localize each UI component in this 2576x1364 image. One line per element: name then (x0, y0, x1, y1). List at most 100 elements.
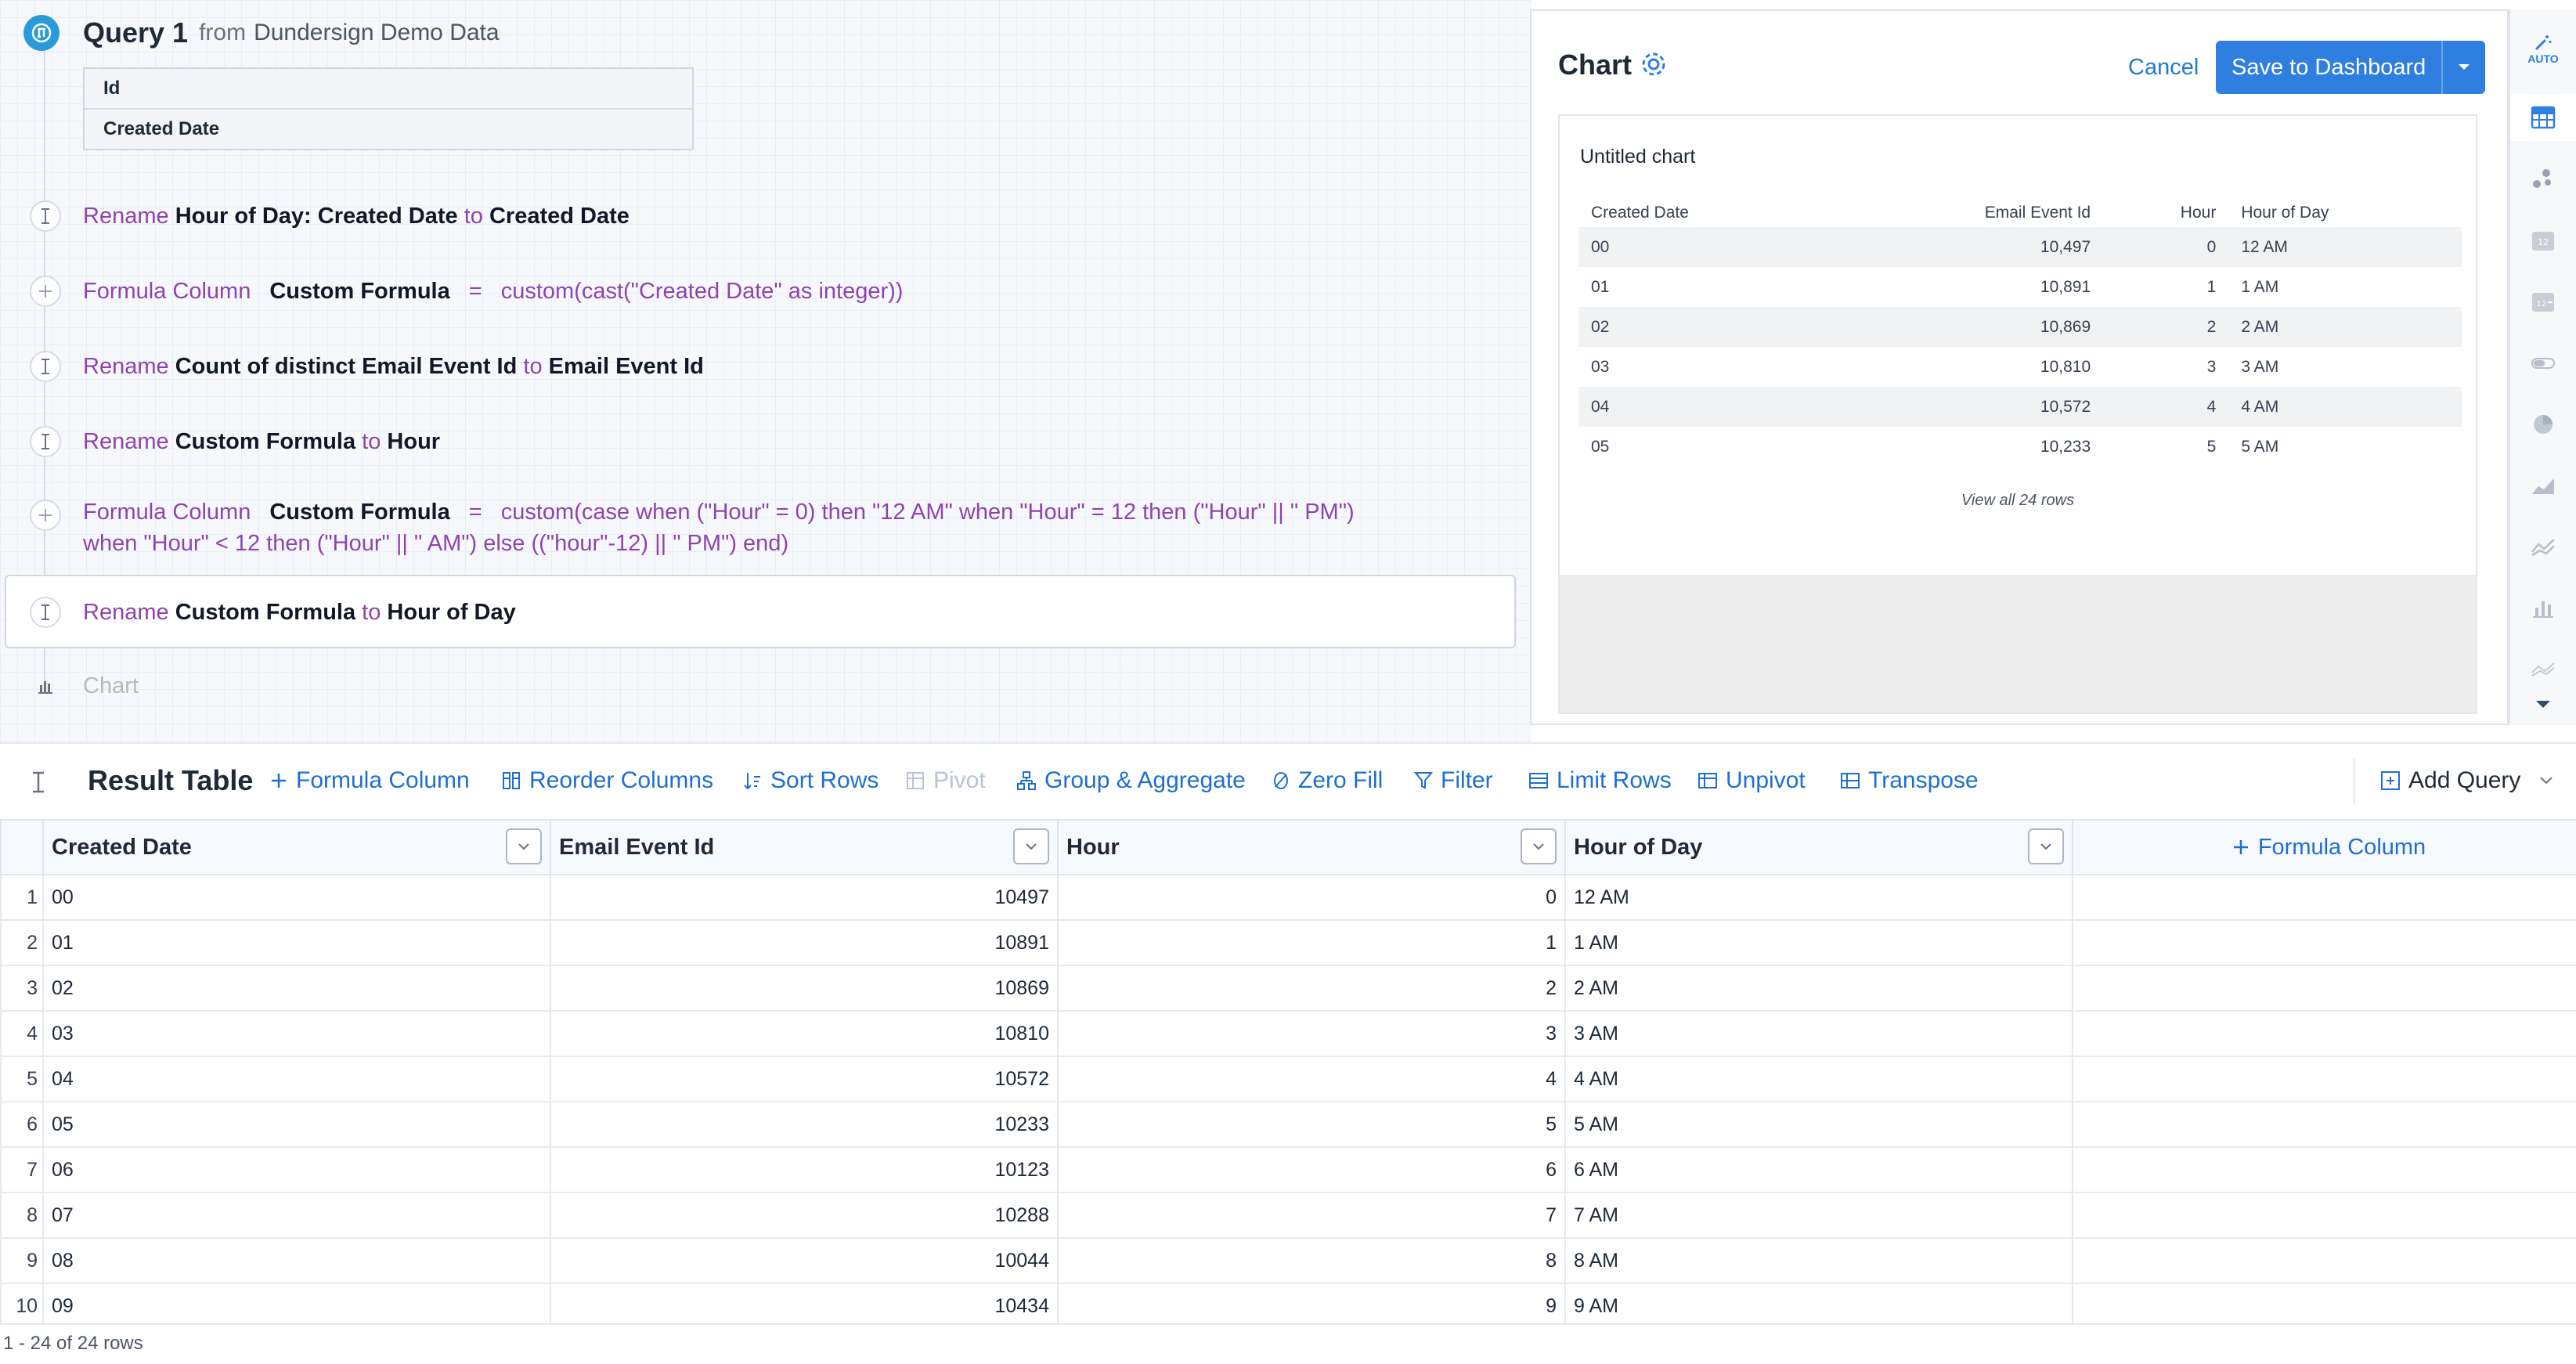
area-chart-icon[interactable] (2510, 462, 2576, 509)
table-cell[interactable]: 3 (1057, 1010, 1566, 1057)
table-chart-type-icon[interactable] (2510, 94, 2576, 141)
table-cell[interactable]: 6 AM (1564, 1146, 2073, 1193)
table-cell[interactable]: 7 AM (1564, 1192, 2073, 1239)
table-cell[interactable]: 00 (42, 874, 551, 921)
unpivot-button[interactable]: Unpivot (1697, 767, 1806, 794)
add-query-button[interactable]: Add Query (2380, 767, 2561, 794)
table-cell[interactable]: 5 AM (1564, 1101, 2073, 1148)
table-cell[interactable]: 10434 (550, 1283, 1059, 1323)
table-cell[interactable]: 9 AM (1564, 1283, 2073, 1323)
table-cell[interactable]: 10288 (550, 1192, 1059, 1239)
table-cell[interactable]: 10572 (550, 1055, 1059, 1102)
table-cell[interactable]: 4 AM (1564, 1055, 2073, 1102)
column-header-hour-of-day[interactable]: Hour of Day (1564, 819, 2073, 875)
column-menu-button[interactable] (2028, 828, 2064, 864)
single-value-icon[interactable]: 12 (2510, 218, 2576, 265)
table-cell[interactable]: 9 (1057, 1283, 1566, 1323)
filter-button[interactable]: Filter (1414, 767, 1493, 794)
column-menu-button[interactable] (1013, 828, 1049, 864)
add-formula-column-button[interactable]: Formula Column (2081, 835, 2576, 861)
table-cell[interactable]: 6 (1057, 1146, 1566, 1193)
rename-step-icon[interactable] (30, 351, 61, 382)
zero-fill-button[interactable]: Zero Fill (1272, 767, 1383, 794)
scatter-chart-icon[interactable] (2510, 155, 2576, 202)
table-cell[interactable]: 1 AM (1564, 919, 2073, 966)
table-cell[interactable]: 10810 (550, 1010, 1059, 1057)
step-formula-case[interactable]: Formula Column Custom Formula = custom(case… (83, 496, 1355, 559)
limit-rows-button[interactable]: Limit Rows (1528, 767, 1672, 794)
sort-rows-button[interactable]: Sort Rows (742, 767, 879, 794)
auto-chart-type[interactable]: AUTO (2510, 22, 2576, 77)
formula-column-button[interactable]: Formula Column (269, 767, 470, 794)
table-cell[interactable]: 09 (42, 1283, 551, 1323)
table-cell[interactable]: 10044 (550, 1237, 1059, 1284)
transpose-button[interactable]: Transpose (1840, 767, 1979, 794)
table-cell[interactable]: 10497 (550, 874, 1059, 921)
table-cell[interactable]: 08 (42, 1237, 551, 1284)
table-cell[interactable]: 7 (1057, 1192, 1566, 1239)
chevron-down-icon[interactable] (2441, 41, 2485, 94)
step-rename-hour[interactable]: Rename Custom Formula to Hour (83, 426, 440, 457)
table-cell[interactable]: 5 (1057, 1101, 1566, 1148)
table-cell[interactable]: 06 (42, 1146, 551, 1193)
table-cell[interactable]: 01 (42, 919, 551, 966)
table-cell[interactable]: 07 (42, 1192, 551, 1239)
query-source[interactable]: Dundersign Demo Data (254, 20, 500, 46)
table-cell[interactable]: 0 (1057, 874, 1566, 921)
table-cell[interactable]: 10869 (550, 965, 1059, 1012)
table-cell[interactable]: 05 (42, 1101, 551, 1148)
save-button-label[interactable]: Save to Dashboard (2216, 41, 2441, 94)
table-cell[interactable]: 12 AM (1564, 874, 2073, 921)
scroll-down-icon[interactable] (2510, 689, 2576, 720)
table-cell[interactable]: 03 (42, 1010, 551, 1057)
column-menu-button[interactable] (506, 828, 542, 864)
step-rename-hour-of-day-final[interactable]: Rename Custom Formula to Hour of Day (83, 597, 516, 628)
step-chart[interactable]: Chart (83, 670, 139, 702)
column-header-email-event-id[interactable]: Email Event Id (550, 819, 1059, 875)
table-cell[interactable]: 4 (1057, 1055, 1566, 1102)
table-cell[interactable]: 04 (42, 1055, 551, 1102)
add-formula-column-header[interactable]: Formula Column (2072, 819, 2576, 875)
database-icon[interactable] (23, 15, 60, 51)
rename-step-icon[interactable] (30, 597, 61, 628)
bar-chart-icon[interactable] (30, 670, 61, 702)
preview-chart-title[interactable]: Untitled chart (1580, 146, 1695, 168)
step-formula-cast[interactable]: Formula Column Custom Formula = custom(cast… (83, 276, 903, 307)
formula-step-icon[interactable] (30, 500, 61, 531)
progress-chart-icon[interactable] (2510, 340, 2576, 387)
rename-step-icon[interactable] (28, 770, 49, 794)
rename-step-icon[interactable] (30, 200, 61, 232)
table-cell[interactable]: 10891 (550, 919, 1059, 966)
pivot-button[interactable]: Pivot (905, 767, 986, 794)
trend-value-icon[interactable]: 12 (2510, 279, 2576, 326)
pie-chart-icon[interactable] (2510, 401, 2576, 448)
table-cell[interactable]: 2 AM (1564, 965, 2073, 1012)
query-column[interactable]: Created Date (85, 108, 692, 149)
gear-icon[interactable] (1638, 49, 1669, 80)
query-title[interactable]: Query 1 (83, 16, 188, 49)
table-cell[interactable]: 02 (42, 965, 551, 1012)
column-menu-button[interactable] (1521, 828, 1557, 864)
formula-step-icon[interactable] (30, 276, 61, 307)
column-header-hour[interactable]: Hour (1057, 819, 1566, 875)
table-cell[interactable]: 10123 (550, 1146, 1059, 1193)
step-rename-hour-of-day[interactable]: Rename Hour of Day: Created Date to Crea… (83, 200, 630, 232)
table-cell[interactable]: 8 AM (1564, 1237, 2073, 1284)
table-cell[interactable]: 3 AM (1564, 1010, 2073, 1057)
table-cell[interactable]: 2 (1057, 965, 1566, 1012)
group-aggregate-button[interactable]: Group & Aggregate (1016, 767, 1246, 794)
save-to-dashboard-button[interactable]: Save to Dashboard (2216, 41, 2485, 94)
view-all-rows-link[interactable]: View all 24 rows (1560, 492, 2476, 510)
multi-line-chart-icon[interactable] (2510, 645, 2576, 692)
table-cell[interactable]: 8 (1057, 1237, 1566, 1284)
step-rename-email-event-id[interactable]: Rename Count of distinct Email Event Id … (83, 351, 704, 382)
reorder-columns-button[interactable]: Reorder Columns (501, 767, 713, 794)
cancel-button[interactable]: Cancel (2128, 55, 2199, 81)
bar-chart-type-icon[interactable] (2510, 584, 2576, 631)
table-cell[interactable]: 1 (1057, 919, 1566, 966)
line-chart-icon[interactable] (2510, 523, 2576, 570)
query-column[interactable]: Id (85, 69, 692, 108)
rename-step-icon[interactable] (30, 426, 61, 457)
column-header-created-date[interactable]: Created Date (42, 819, 551, 875)
table-cell[interactable]: 10233 (550, 1101, 1059, 1148)
